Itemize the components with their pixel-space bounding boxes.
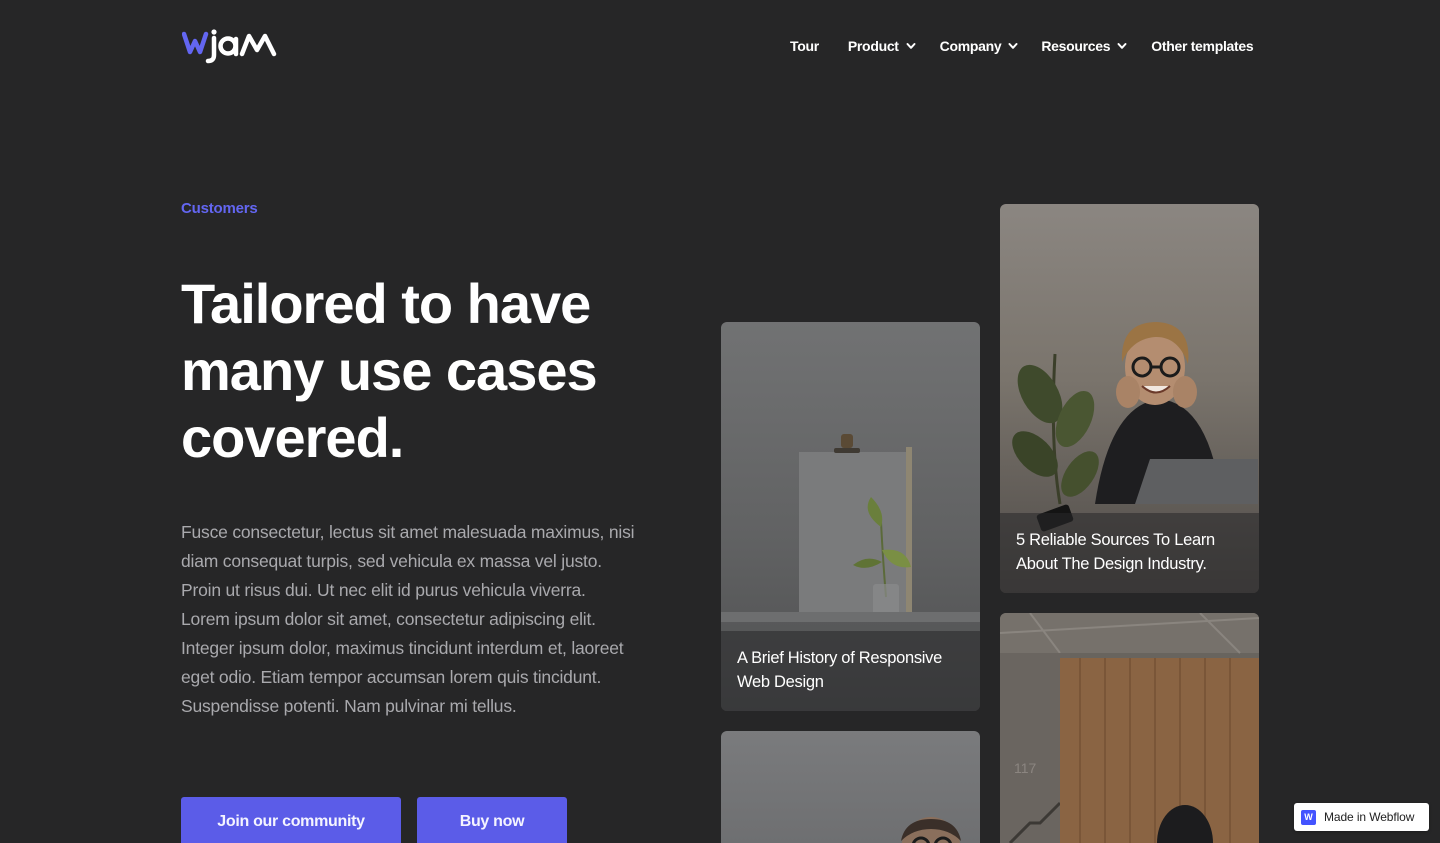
- chevron-down-icon: [1008, 43, 1018, 49]
- nav-company[interactable]: Company: [940, 36, 1019, 56]
- webflow-badge-label: Made in Webflow: [1324, 810, 1415, 824]
- join-community-button[interactable]: Join our community: [181, 797, 401, 843]
- buy-now-button[interactable]: Buy now: [417, 797, 567, 843]
- chevron-down-icon: [906, 43, 916, 49]
- hero-paragraph-1: Fusce consectetur, lectus sit amet males…: [181, 522, 635, 600]
- wall-number-glyph: 117: [1014, 760, 1037, 776]
- chevron-down-icon: [1117, 43, 1127, 49]
- card-title: 5 Reliable Sources To Learn About The De…: [1016, 531, 1215, 573]
- nav-tour[interactable]: Tour: [790, 36, 819, 56]
- blog-card-responsive-history[interactable]: A Brief History of Responsive Web Design: [721, 322, 980, 711]
- hero-body: Fusce consectetur, lectus sit amet males…: [181, 518, 641, 721]
- man-glasses-photo: [901, 817, 961, 843]
- blog-card-4[interactable]: 117: [1000, 613, 1259, 843]
- hero-paragraph-2: Lorem ipsum dolor sit amet, consectetur …: [181, 609, 624, 716]
- page: Tour Product Company Resources Other tem…: [0, 0, 1440, 843]
- nav-resources[interactable]: Resources: [1041, 36, 1127, 56]
- nav-company-label: Company: [939, 38, 1002, 54]
- nav-product[interactable]: Product: [848, 36, 916, 56]
- made-in-webflow-badge[interactable]: W Made in Webflow: [1294, 803, 1429, 831]
- nav-resources-label: Resources: [1041, 38, 1111, 54]
- logo-mark: [182, 29, 277, 64]
- nav-other-templates[interactable]: Other templates: [1151, 36, 1253, 56]
- nav-tour-label: Tour: [790, 38, 819, 54]
- hero-eyebrow: Customers: [181, 200, 258, 217]
- nav-other-templates-label: Other templates: [1151, 38, 1254, 54]
- hero-headline: Tailored to have many use cases covered.: [181, 272, 598, 469]
- wjam-logo[interactable]: [182, 28, 282, 64]
- nav-product-label: Product: [847, 38, 899, 54]
- blog-card-design-sources[interactable]: 5 Reliable Sources To Learn About The De…: [1000, 204, 1259, 593]
- main-nav: Tour Product Company Resources Other tem…: [790, 36, 1254, 56]
- blog-card-3[interactable]: [721, 731, 980, 843]
- card-title: A Brief History of Responsive Web Design: [737, 649, 942, 691]
- webflow-logo-icon: W: [1301, 809, 1316, 825]
- wooden-office-wall-photo: 117: [1000, 613, 1259, 843]
